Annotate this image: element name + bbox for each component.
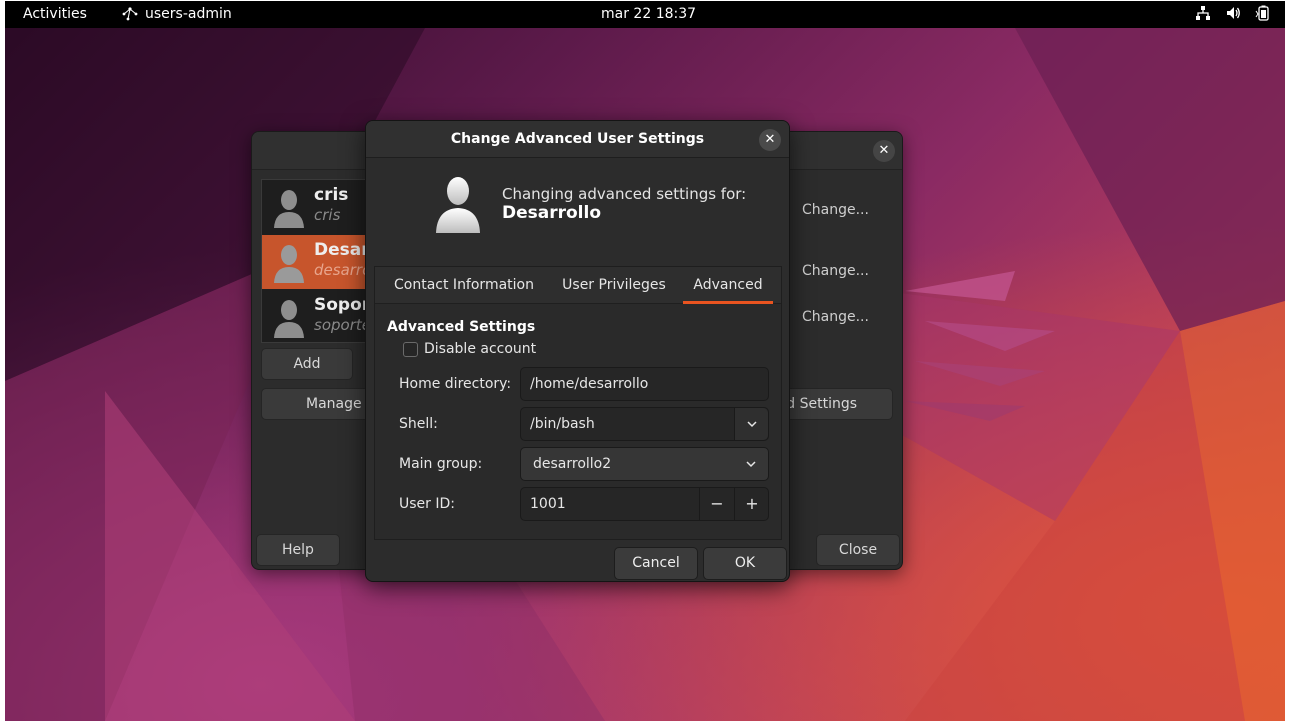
app-menu[interactable]: users-admin — [121, 6, 232, 22]
user-avatar-icon — [436, 177, 480, 233]
volume-icon[interactable] — [1225, 5, 1241, 21]
tab-contact-information[interactable]: Contact Information — [383, 267, 545, 304]
activities-button[interactable]: Activities — [23, 6, 87, 22]
main-group-label: Main group: — [399, 456, 483, 472]
shell-combo[interactable]: /bin/bash — [520, 407, 769, 441]
disable-account-label: Disable account — [424, 341, 537, 357]
main-group-value: desarrollo2 — [533, 456, 612, 472]
close-icon[interactable]: ✕ — [873, 140, 895, 162]
tab-advanced[interactable]: Advanced — [683, 267, 773, 304]
close-button[interactable]: Close — [816, 534, 900, 566]
user-login: cris — [314, 206, 341, 224]
increment-button[interactable]: + — [734, 488, 769, 520]
ok-button[interactable]: OK — [703, 547, 787, 580]
decrement-button[interactable]: − — [699, 488, 734, 520]
disable-account-checkbox[interactable] — [403, 341, 418, 357]
user-avatar-icon — [274, 300, 304, 338]
top-bar: Activities users-admin mar 22 18:37 — [5, 1, 1285, 28]
add-user-button[interactable]: Add — [261, 348, 353, 380]
user-id-stepper[interactable]: 1001 − + — [520, 487, 769, 521]
user-id-label: User ID: — [399, 496, 455, 512]
network-icon[interactable] — [1195, 5, 1211, 21]
tab-user-privileges[interactable]: User Privileges — [555, 267, 673, 304]
dialog-header: Change Advanced User Settings ✕ — [366, 121, 789, 158]
app-name: users-admin — [145, 6, 232, 22]
change-button[interactable]: Change... — [802, 263, 869, 279]
shell-value: /bin/bash — [530, 416, 595, 432]
chevron-down-icon — [746, 461, 756, 468]
desktop: Activities users-admin mar 22 18:37 ✕ cr… — [5, 1, 1285, 721]
battery-icon[interactable] — [1255, 5, 1271, 21]
home-directory-value: /home/desarrollo — [530, 376, 649, 392]
close-icon[interactable]: ✕ — [759, 129, 781, 151]
section-title: Advanced Settings — [387, 319, 536, 335]
system-tray[interactable] — [1195, 5, 1271, 21]
help-button[interactable]: Help — [256, 534, 340, 566]
users-admin-icon — [122, 7, 138, 21]
user-name: cris — [314, 185, 349, 205]
dialog-username: Desarrollo — [502, 203, 602, 223]
user-login: soporte — [314, 316, 371, 334]
home-directory-label: Home directory: — [399, 376, 512, 392]
chevron-down-icon — [747, 421, 757, 428]
disable-account-row[interactable]: Disable account — [403, 341, 536, 357]
main-group-dropdown[interactable]: desarrollo2 — [520, 447, 769, 481]
change-button[interactable]: Change... — [802, 202, 869, 218]
tab-bar: Contact Information User Privileges Adva… — [375, 267, 781, 304]
user-avatar-icon — [274, 190, 304, 228]
dialog-title: Change Advanced User Settings — [450, 131, 705, 147]
advanced-settings-dialog: Change Advanced User Settings ✕ Changing… — [365, 120, 790, 582]
clock[interactable]: mar 22 18:37 — [601, 6, 696, 22]
shell-label: Shell: — [399, 416, 438, 432]
cancel-button[interactable]: Cancel — [614, 547, 698, 580]
settings-notebook: Contact Information User Privileges Adva… — [374, 266, 782, 540]
dialog-subtitle: Changing advanced settings for: — [502, 185, 747, 203]
change-button[interactable]: Change... — [802, 309, 869, 325]
home-directory-field[interactable]: /home/desarrollo — [520, 367, 769, 401]
user-id-value: 1001 — [530, 496, 566, 512]
user-avatar-icon — [274, 245, 304, 283]
shell-dropdown-button[interactable] — [734, 408, 768, 440]
